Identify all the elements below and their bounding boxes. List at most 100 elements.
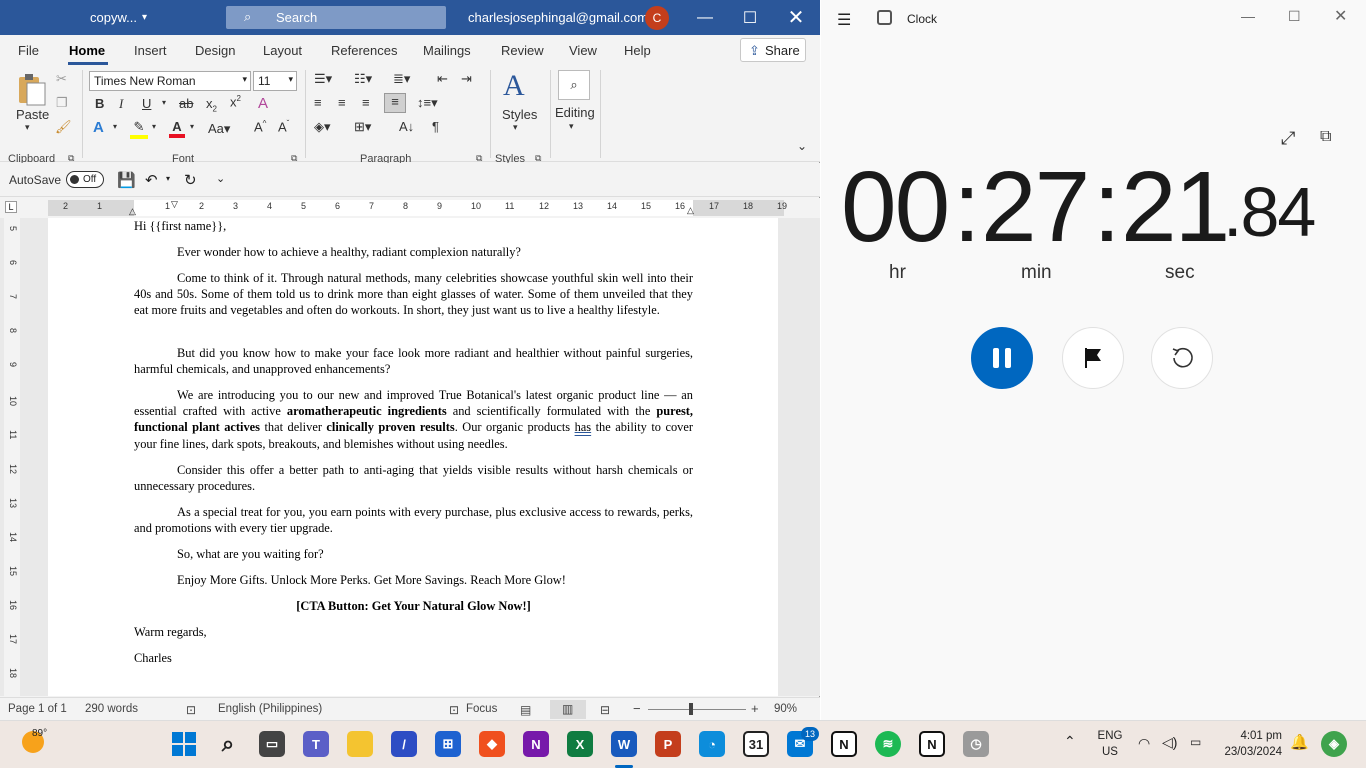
paste-icon[interactable] [14,73,48,107]
align-right-icon[interactable]: ≡ [362,95,370,110]
minimize-icon[interactable]: — [1241,8,1255,24]
redo-icon[interactable]: ↻ [184,171,197,189]
italic-icon[interactable]: I [119,96,123,112]
copy-icon[interactable]: ❐ [56,95,68,111]
underline-icon[interactable]: U [142,96,151,111]
decrease-indent-icon[interactable]: ⇤ [437,71,448,87]
collapse-ribbon-icon[interactable]: ⌄ [797,139,807,153]
bold-icon[interactable]: B [95,96,104,111]
tab-design[interactable]: Design [195,43,235,58]
borders-icon[interactable]: ⊞▾ [354,119,371,135]
maximize-icon[interactable]: ☐ [1288,8,1301,25]
lap-button[interactable] [1062,327,1124,389]
superscript-icon[interactable]: x2 [230,94,241,109]
excel-icon[interactable]: X [567,731,593,757]
right-indent-marker[interactable]: △ [687,205,694,216]
zoom-slider[interactable] [648,709,746,710]
spotify-icon[interactable]: ≋ [875,731,901,757]
copilot-icon[interactable]: ◈ [1321,731,1347,757]
search-box[interactable]: ⌕ Search [226,6,446,29]
grow-font-icon[interactable]: A^ [254,119,266,134]
tab-insert[interactable]: Insert [134,43,167,58]
styles-icon[interactable]: A [503,69,525,103]
font-color-icon[interactable]: A [169,119,185,138]
search-icon[interactable]: ⌕ [215,731,241,757]
language[interactable]: English (Philippines) [218,703,322,715]
pause-button[interactable] [971,327,1033,389]
left-indent-marker[interactable]: △ [129,206,136,217]
horizontal-ruler[interactable]: 2 1 1 2 3 4 5 6 7 8 9 10 11 12 13 14 15 16 17 18 19 ▽ △ △ [48,199,787,217]
calendar-icon[interactable]: 31 [743,731,769,757]
chevron-down-icon[interactable]: ▾ [190,122,194,131]
battery-icon[interactable]: ▭ [1190,735,1201,749]
first-line-indent-marker[interactable]: ▽ [171,199,178,210]
tab-layout[interactable]: Layout [263,43,302,58]
menu-icon[interactable]: ☰ [837,10,851,30]
clock-date[interactable]: 23/03/2024 [1214,746,1282,758]
tab-view[interactable]: View [569,43,597,58]
document-page[interactable]: Hi {{first name}}, Ever wonder how to ac… [48,218,778,696]
customize-toolbar-icon[interactable]: ⌄ [216,172,225,185]
paste-label[interactable]: Paste [16,107,49,122]
line-spacing-icon[interactable]: ↕≡▾ [417,95,438,111]
app-icon[interactable]: ◔ [699,731,725,757]
volume-icon[interactable]: ◁) [1162,734,1177,751]
editing-label[interactable]: Editing [555,105,595,120]
grammar-flagged-word[interactable]: has [575,420,592,434]
focus-icon[interactable]: ⊡ [449,703,459,717]
avatar[interactable]: C [645,6,669,30]
language-bottom[interactable]: US [1096,746,1124,758]
zoom-level[interactable]: 90% [774,703,797,715]
chevron-down-icon[interactable]: ▾ [513,122,518,133]
word-count[interactable]: 290 words [85,703,138,715]
zoom-in-icon[interactable]: + [751,701,759,716]
weather-temp[interactable]: 89° [32,728,47,739]
find-icon[interactable]: ⌕ [558,70,590,100]
increase-indent-icon[interactable]: ⇥ [461,71,472,87]
tab-mailings[interactable]: Mailings [423,43,471,58]
tab-review[interactable]: Review [501,43,544,58]
chevron-down-icon[interactable]: ▾ [162,98,166,107]
align-center-icon[interactable]: ≡ [338,95,346,110]
highlight-icon[interactable]: ✎ [130,119,148,139]
subscript-icon[interactable]: x2 [206,96,217,114]
font-size-select[interactable]: 11 ▾ [253,71,297,91]
language-top[interactable]: ENG [1096,730,1124,742]
change-case-icon[interactable]: Aa▾ [208,121,230,137]
clear-formatting-icon[interactable]: A [258,95,268,112]
autosave-toggle[interactable]: Off [66,171,104,188]
close-icon[interactable]: ✕ [773,0,819,35]
shrink-font-icon[interactable]: Aˇ [278,119,289,134]
proofing-icon[interactable]: ⊡ [186,703,196,717]
zoom-thumb[interactable] [689,703,693,715]
tab-references[interactable]: References [331,43,397,58]
app-icon[interactable]: / [391,731,417,757]
numbering-icon[interactable]: ☷▾ [354,71,372,87]
vertical-ruler[interactable]: 5 6 7 8 9 10 11 12 13 14 15 16 17 18 [4,218,20,696]
chevron-down-icon[interactable]: ▾ [142,12,147,23]
justify-icon[interactable]: ≡ [384,93,406,113]
start-icon[interactable] [171,731,197,757]
teams-icon[interactable]: T [303,731,329,757]
notification-bell-icon[interactable]: 🔔 [1290,733,1309,751]
read-mode-icon[interactable]: ▤ [520,703,531,717]
store-icon[interactable]: ⊞ [435,731,461,757]
brave-icon[interactable]: ◆ [479,731,505,757]
onenote-icon[interactable]: N [523,731,549,757]
close-icon[interactable]: ✕ [1334,6,1347,26]
zoom-out-icon[interactable]: − [633,701,641,716]
undo-icon[interactable]: ↶ [145,171,158,189]
font-name-select[interactable]: Times New Roman ▾ [89,71,251,91]
tab-selector-icon[interactable]: L [5,201,17,213]
chevron-down-icon[interactable]: ▾ [569,121,574,132]
cut-icon[interactable]: ✂ [56,71,67,87]
format-painter-icon[interactable]: 🖌 [55,119,72,135]
multilevel-list-icon[interactable]: ≣▾ [393,71,410,87]
show-formatting-icon[interactable]: ¶ [432,119,439,134]
notion-icon[interactable]: N [919,731,945,757]
wifi-icon[interactable]: ◠ [1138,735,1150,752]
share-button[interactable]: ⇪ Share [740,38,806,62]
strikethrough-icon[interactable]: ab [179,96,193,111]
shading-icon[interactable]: ◈▾ [314,119,331,135]
maximize-icon[interactable]: ☐ [727,0,773,35]
